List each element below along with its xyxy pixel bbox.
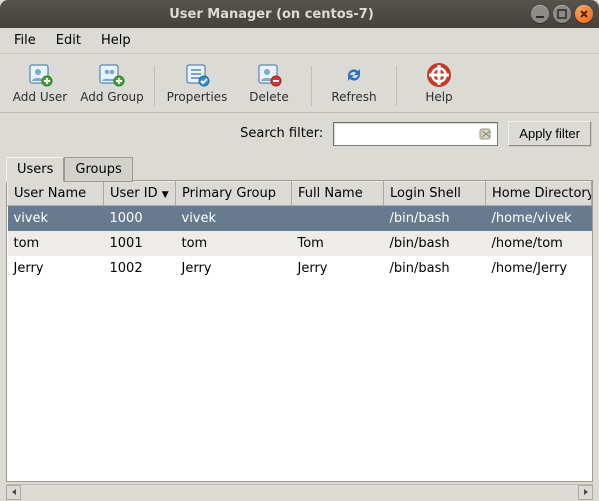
table-row[interactable]: Jerry1002JerryJerry/bin/bash/home/Jerry <box>8 256 592 281</box>
help-button[interactable]: Help <box>403 60 475 110</box>
delete-icon <box>255 62 283 88</box>
tab-bar: Users Groups <box>0 156 599 181</box>
help-icon <box>425 62 453 88</box>
cell-user-id: 1001 <box>104 231 176 256</box>
cell-full-name: Tom <box>292 231 384 256</box>
cell-login-shell: /bin/bash <box>384 231 486 256</box>
scroll-right-icon[interactable] <box>578 485 593 500</box>
titlebar: User Manager (on centos-7) <box>0 0 599 28</box>
menu-help[interactable]: Help <box>93 31 139 50</box>
toolbar: Add User Add Group Properties <box>0 54 599 113</box>
search-input[interactable] <box>333 122 498 146</box>
cell-full-name: Jerry <box>292 256 384 281</box>
properties-button[interactable]: Properties <box>161 60 233 110</box>
toolbar-separator <box>154 66 155 106</box>
col-login-shell[interactable]: Login Shell <box>384 182 486 206</box>
cell-user-name: vivek <box>8 206 104 232</box>
cell-home-dir: /home/vivek <box>486 206 592 232</box>
col-full-name[interactable]: Full Name <box>292 182 384 206</box>
minimize-icon <box>535 9 545 19</box>
close-button[interactable] <box>575 5 593 23</box>
col-user-id[interactable]: User ID ▼ <box>104 182 176 206</box>
maximize-icon <box>557 9 567 19</box>
users-table: User Name User ID ▼ Primary Group Full N… <box>6 180 593 482</box>
properties-label: Properties <box>167 90 228 104</box>
maximize-button[interactable] <box>553 5 571 23</box>
menu-file[interactable]: File <box>6 31 44 50</box>
add-group-label: Add Group <box>80 90 144 104</box>
cell-full-name <box>292 206 384 232</box>
add-user-icon <box>26 62 54 88</box>
scroll-left-icon[interactable] <box>6 485 21 500</box>
window-buttons <box>531 5 593 23</box>
table-row[interactable]: vivek1000vivek/bin/bash/home/vivek <box>8 206 592 232</box>
cell-home-dir: /home/tom <box>486 231 592 256</box>
table-row[interactable]: tom1001tomTom/bin/bash/home/tom <box>8 231 592 256</box>
refresh-icon <box>340 62 368 88</box>
col-user-name[interactable]: User Name <box>8 182 104 206</box>
cell-login-shell: /bin/bash <box>384 256 486 281</box>
add-user-button[interactable]: Add User <box>4 60 76 110</box>
add-group-icon <box>98 62 126 88</box>
toolbar-separator <box>396 66 397 106</box>
apply-filter-button[interactable]: Apply filter <box>508 121 591 146</box>
toolbar-separator <box>311 66 312 106</box>
menubar: File Edit Help <box>0 28 599 54</box>
cell-primary-group: vivek <box>176 206 292 232</box>
add-group-button[interactable]: Add Group <box>76 60 148 110</box>
refresh-label: Refresh <box>331 90 376 104</box>
tab-groups[interactable]: Groups <box>64 157 132 182</box>
cell-primary-group: Jerry <box>176 256 292 281</box>
menu-edit[interactable]: Edit <box>48 31 89 50</box>
delete-button[interactable]: Delete <box>233 60 305 110</box>
cell-user-name: Jerry <box>8 256 104 281</box>
window-title: User Manager (on centos-7) <box>12 7 531 22</box>
cell-user-name: tom <box>8 231 104 256</box>
horizontal-scrollbar[interactable] <box>6 484 593 499</box>
cell-user-id: 1000 <box>104 206 176 232</box>
filter-row: Search filter: Apply filter <box>0 113 599 156</box>
properties-icon <box>183 62 211 88</box>
close-icon <box>579 9 589 19</box>
sort-desc-icon: ▼ <box>162 190 169 200</box>
help-label: Help <box>425 90 452 104</box>
cell-home-dir: /home/Jerry <box>486 256 592 281</box>
minimize-button[interactable] <box>531 5 549 23</box>
add-user-label: Add User <box>13 90 67 104</box>
tab-users[interactable]: Users <box>6 157 64 182</box>
cell-login-shell: /bin/bash <box>384 206 486 232</box>
col-home-dir[interactable]: Home Directory <box>486 182 592 206</box>
cell-primary-group: tom <box>176 231 292 256</box>
clear-filter-icon[interactable] <box>478 126 494 142</box>
delete-label: Delete <box>249 90 288 104</box>
cell-user-id: 1002 <box>104 256 176 281</box>
refresh-button[interactable]: Refresh <box>318 60 390 110</box>
table-header-row: User Name User ID ▼ Primary Group Full N… <box>8 182 592 206</box>
search-filter-label: Search filter: <box>240 126 323 141</box>
col-primary-group[interactable]: Primary Group <box>176 182 292 206</box>
